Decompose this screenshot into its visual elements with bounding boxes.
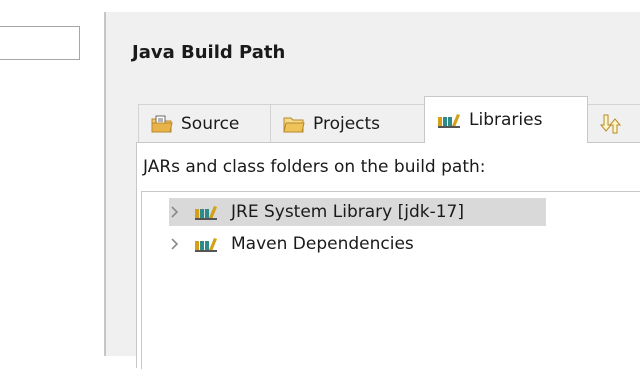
page-title: Java Build Path [132, 42, 286, 63]
build-path-tab-folder: Source Projects Libraries JARs and class… [136, 96, 640, 369]
tree-item-maven-dependencies[interactable]: Maven Dependencies [142, 229, 417, 259]
tab-projects[interactable]: Projects [270, 104, 426, 142]
library-icon [438, 114, 460, 128]
tab-libraries[interactable]: Libraries [424, 96, 588, 143]
tree-item-label: Maven Dependencies [231, 234, 414, 254]
section-label: JARs and class folders on the build path… [143, 157, 486, 177]
source-folder-icon [151, 115, 173, 132]
library-icon [195, 238, 217, 252]
tab-label: Libraries [469, 110, 543, 130]
tab-label: Projects [313, 113, 381, 134]
property-page: Java Build Path Source Projects Librarie… [106, 12, 640, 369]
tab-strip: Source Projects Libraries [136, 96, 640, 143]
tree-item-jre-system-library[interactable]: JRE System Library [jdk-17] [142, 197, 467, 227]
chevron-right-icon[interactable] [168, 237, 182, 251]
filter-input[interactable] [0, 26, 80, 60]
tab-label: Source [181, 113, 240, 134]
folder-icon [283, 117, 305, 132]
chevron-right-icon[interactable] [168, 205, 182, 219]
navigation-pane [0, 0, 105, 356]
library-tree[interactable]: JRE System Library [jdk-17] Maven Depend… [141, 191, 640, 369]
libraries-tab-content: JARs and class folders on the build path… [136, 142, 640, 369]
tree-item-label: JRE System Library [jdk-17] [231, 202, 465, 222]
order-export-icon [599, 114, 621, 133]
tab-order-export[interactable] [586, 104, 640, 142]
library-icon [195, 206, 217, 220]
tab-source[interactable]: Source [138, 104, 272, 142]
